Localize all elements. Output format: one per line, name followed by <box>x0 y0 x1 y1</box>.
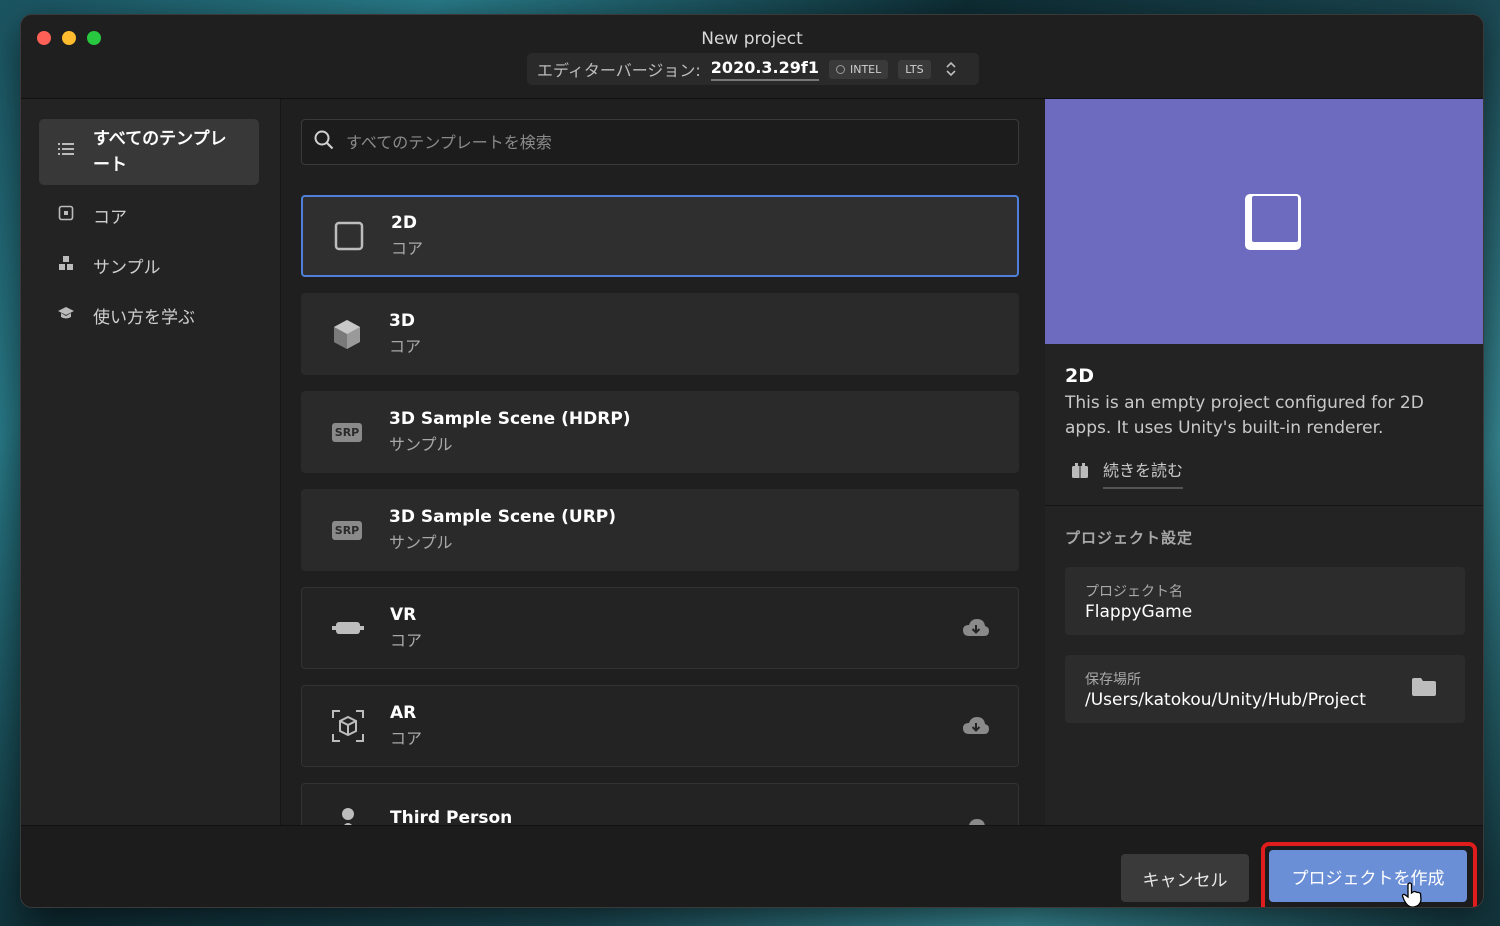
project-name-field[interactable]: プロジェクト名 FlappyGame <box>1065 567 1465 635</box>
template-card-third-person[interactable]: Third Person コア <box>301 783 1019 825</box>
folder-icon[interactable] <box>1411 677 1437 701</box>
template-card-hdrp[interactable]: SRP 3D Sample Scene (HDRP) サンプル <box>301 391 1019 473</box>
template-name: 2D <box>391 213 417 233</box>
sidebar-item-label: サンプル <box>93 257 161 278</box>
srp-icon: SRP <box>329 414 365 450</box>
template-card-3d[interactable]: 3D コア <box>301 293 1019 375</box>
title-bar: New project エディターバージョン: 2020.3.29f1 INTE… <box>21 15 1483 99</box>
location-value: /Users/katokou/Unity/Hub/Project <box>1085 690 1366 710</box>
editor-version-selector[interactable]: エディターバージョン: 2020.3.29f1 INTEL LTS <box>527 53 979 85</box>
template-card-2d[interactable]: 2D コア <box>301 195 1019 277</box>
arch-chip: INTEL <box>828 59 889 79</box>
template-list: 2D コア 3D コア SRP 3D Sample Scene (HDRP) サ… <box>281 99 1045 825</box>
srp-badge: SRP <box>331 520 363 540</box>
arch-chip-label: INTEL <box>849 62 882 76</box>
read-more-label: 続きを読む <box>1103 457 1184 489</box>
search-input[interactable] <box>346 132 986 152</box>
template-category: コア <box>390 729 423 748</box>
divider <box>1045 505 1483 506</box>
chevron-updown-icon[interactable] <box>945 60 957 78</box>
template-category-sidebar: すべてのテンプレート コア サンプル 使い方を学ぶ <box>21 99 281 825</box>
create-project-button[interactable]: プロジェクトを作成 <box>1269 850 1467 902</box>
detail-template-name: 2D <box>1065 365 1094 387</box>
project-settings-heading: プロジェクト設定 <box>1065 529 1194 547</box>
sidebar-item-all-templates[interactable]: すべてのテンプレート <box>39 119 259 185</box>
template-card-urp[interactable]: SRP 3D Sample Scene (URP) サンプル <box>301 489 1019 571</box>
read-more-link[interactable]: 続きを読む <box>1071 457 1184 489</box>
srp-icon: SRP <box>329 512 365 548</box>
learn-icon <box>57 306 75 324</box>
hand-cursor-icon <box>1401 882 1423 907</box>
template-search <box>301 119 1019 165</box>
sidebar-item-learn[interactable]: 使い方を学ぶ <box>39 299 259 331</box>
project-name-label: プロジェクト名 <box>1085 584 1183 600</box>
template-name: AR <box>390 703 417 723</box>
template-category: サンプル <box>389 533 453 552</box>
sidebar-item-core[interactable]: コア <box>39 199 259 231</box>
lts-chip: LTS <box>898 59 931 79</box>
sidebar-item-label: コア <box>93 207 127 228</box>
template-name: 3D Sample Scene (URP) <box>389 507 617 527</box>
template-card-vr[interactable]: VR コア <box>301 587 1019 669</box>
cloud-download-icon[interactable] <box>962 818 990 825</box>
location-field[interactable]: 保存場所 /Users/katokou/Unity/Hub/Project <box>1065 655 1465 723</box>
template-preview-image <box>1045 99 1483 344</box>
core-icon <box>57 205 75 225</box>
list-icon <box>57 139 75 165</box>
book-icon <box>1071 463 1089 483</box>
template-category: サンプル <box>389 435 453 454</box>
lts-chip-label: LTS <box>905 62 924 76</box>
window-title: New project <box>701 29 803 49</box>
template-name: 3D Sample Scene (HDRP) <box>389 409 631 429</box>
sample-icon <box>57 255 75 275</box>
cube-icon <box>329 316 365 352</box>
chip-icon <box>835 64 845 74</box>
detail-description: This is an empty project configured for … <box>1065 393 1424 438</box>
cloud-download-icon[interactable] <box>962 716 990 740</box>
project-name-value: FlappyGame <box>1085 602 1193 622</box>
template-category: コア <box>389 337 422 356</box>
template-card-ar[interactable]: AR コア <box>301 685 1019 767</box>
new-project-window: New project エディターバージョン: 2020.3.29f1 INTE… <box>20 14 1484 908</box>
ar-cube-icon <box>330 708 366 744</box>
location-label: 保存場所 <box>1085 672 1141 688</box>
template-name: VR <box>390 605 417 625</box>
sidebar-item-sample[interactable]: サンプル <box>39 249 259 281</box>
square-icon <box>331 218 367 254</box>
editor-version-value: 2020.3.29f1 <box>710 58 819 81</box>
person-icon <box>330 806 366 825</box>
dialog-footer: キャンセル プロジェクトを作成 <box>21 825 1483 907</box>
cancel-button[interactable]: キャンセル <box>1121 854 1249 902</box>
sidebar-item-label: 使い方を学ぶ <box>93 307 195 328</box>
vr-headset-icon <box>330 610 366 646</box>
template-name: 3D <box>389 311 415 331</box>
cloud-download-icon[interactable] <box>962 618 990 642</box>
srp-badge: SRP <box>331 422 363 442</box>
sidebar-item-label: すべてのテンプレート <box>93 129 227 175</box>
search-icon <box>314 130 334 154</box>
template-category: コア <box>390 631 423 650</box>
editor-version-label: エディターバージョン: <box>537 61 701 80</box>
template-category: コア <box>391 239 424 258</box>
template-name: Third Person <box>390 808 513 825</box>
template-detail-panel: 2D This is an empty project configured f… <box>1045 99 1483 825</box>
